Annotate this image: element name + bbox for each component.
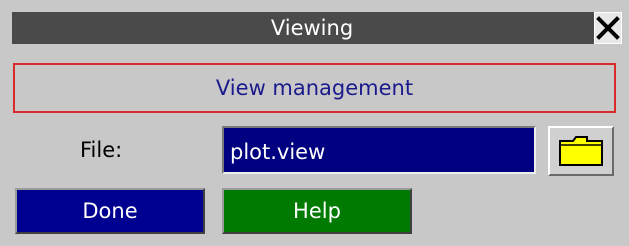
browse-file-button[interactable] bbox=[548, 126, 614, 176]
folder-icon bbox=[559, 136, 603, 166]
close-icon bbox=[596, 16, 620, 40]
file-name-field[interactable]: plot.view bbox=[222, 126, 536, 174]
help-button[interactable]: Help bbox=[222, 188, 412, 234]
close-button[interactable] bbox=[594, 12, 622, 44]
done-button[interactable]: Done bbox=[15, 188, 205, 234]
view-management-header: View management bbox=[13, 63, 616, 113]
viewing-dialog: Viewing View management File: plot.view … bbox=[0, 0, 629, 246]
file-label: File: bbox=[80, 138, 123, 162]
window-title: Viewing bbox=[12, 12, 612, 44]
